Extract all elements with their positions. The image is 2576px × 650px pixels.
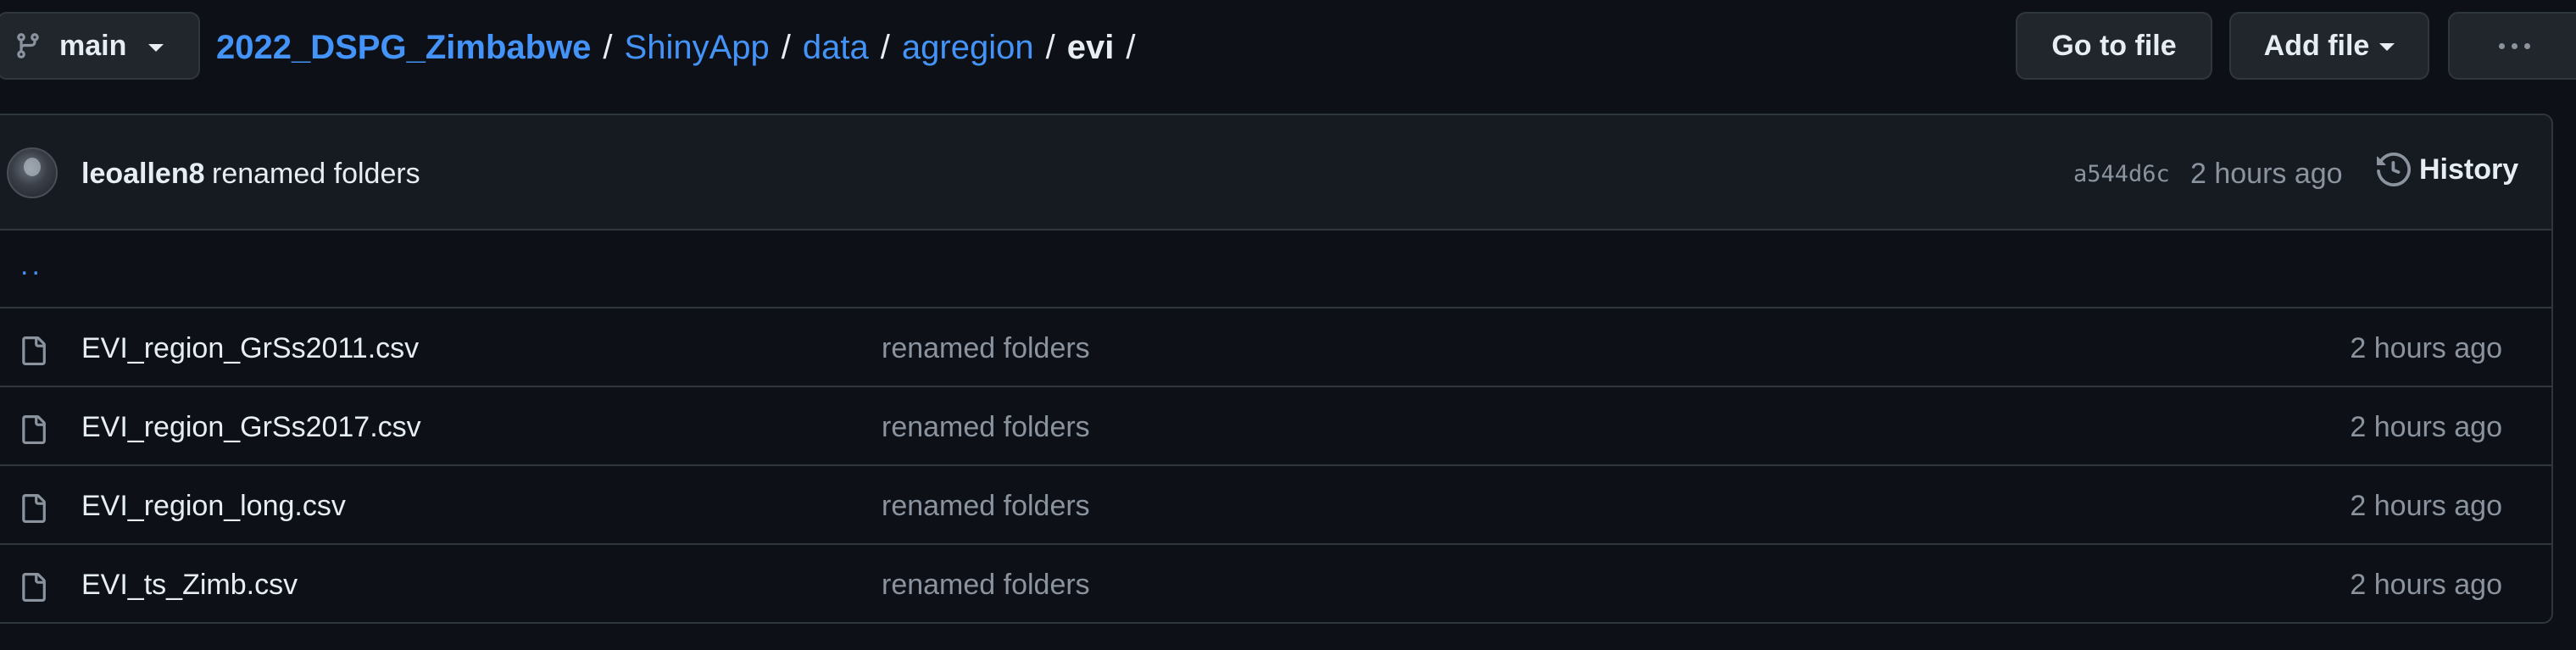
file-commit-time: 2 hours ago [2350, 332, 2502, 364]
parent-directory-row: .. [0, 231, 2551, 308]
breadcrumb-separator: / [781, 28, 791, 66]
add-file-label: Add file [2263, 29, 2370, 62]
breadcrumb: 2022_DSPG_Zimbabwe / ShinyApp / data / a… [216, 24, 1147, 71]
breadcrumb-link-data[interactable]: data [803, 29, 869, 67]
file-commit-time: 2 hours ago [2350, 569, 2502, 601]
latest-commit-bar: leoallen8 renamed folders a544d6c 2 hour… [0, 115, 2551, 231]
file-commit-link[interactable]: renamed folders [882, 411, 1090, 444]
chevron-down-icon [148, 43, 164, 52]
breadcrumb-repo-link[interactable]: 2022_DSPG_Zimbabwe [216, 29, 591, 67]
breadcrumb-link-agregion[interactable]: agregion [902, 29, 1034, 67]
git-branch-icon [17, 33, 39, 58]
file-list-box: leoallen8 renamed folders a544d6c 2 hour… [0, 114, 2553, 624]
file-name-link[interactable]: EVI_region_GrSs2011.csv [81, 332, 419, 365]
breadcrumb-separator: / [603, 28, 613, 66]
breadcrumb-current-folder: evi [1066, 28, 1115, 66]
table-row: EVI_ts_Zimb.csv renamed folders 2 hours … [0, 545, 2551, 622]
history-clock-icon [2377, 153, 2411, 186]
commit-time: 2 hours ago [2190, 158, 2343, 190]
file-name-link[interactable]: EVI_ts_Zimb.csv [81, 569, 298, 602]
history-link[interactable]: History [2377, 153, 2518, 186]
commit-sha-link[interactable]: a544d6c [2073, 161, 2170, 187]
kebab-horizontal-icon [2498, 42, 2530, 49]
file-commit-time: 2 hours ago [2350, 490, 2502, 522]
file-icon [22, 415, 46, 444]
parent-directory-link[interactable]: .. [20, 249, 43, 282]
breadcrumb-separator: / [1126, 28, 1136, 66]
file-commit-link[interactable]: renamed folders [882, 332, 1090, 365]
file-icon [22, 573, 46, 602]
chevron-down-icon [2379, 42, 2395, 51]
branch-selector-button[interactable]: main [0, 12, 200, 80]
table-row: EVI_region_long.csv renamed folders 2 ho… [0, 466, 2551, 545]
file-name-link[interactable]: EVI_region_GrSs2017.csv [81, 411, 421, 444]
file-commit-link[interactable]: renamed folders [882, 490, 1090, 523]
breadcrumb-link-shinyapp[interactable]: ShinyApp [625, 29, 770, 67]
file-icon [22, 336, 46, 365]
file-icon [22, 494, 46, 523]
table-row: EVI_region_GrSs2011.csv renamed folders … [0, 308, 2551, 387]
history-label: History [2419, 153, 2519, 186]
avatar[interactable] [7, 147, 58, 198]
file-commit-link[interactable]: renamed folders [882, 569, 1090, 602]
go-to-file-button[interactable]: Go to file [2016, 12, 2212, 80]
breadcrumb-separator: / [1045, 28, 1055, 66]
commit-message-link[interactable]: renamed folders [212, 158, 420, 191]
file-commit-time: 2 hours ago [2350, 411, 2502, 443]
file-navigation-bar: main 2022_DSPG_Zimbabwe / ShinyApp / dat… [0, 0, 2576, 95]
more-options-button[interactable] [2448, 12, 2576, 80]
table-row: EVI_region_GrSs2017.csv renamed folders … [0, 387, 2551, 466]
commit-author-link[interactable]: leoallen8 [81, 158, 205, 191]
branch-name: main [59, 29, 127, 62]
file-name-link[interactable]: EVI_region_long.csv [81, 490, 346, 523]
add-file-button[interactable]: Add file [2229, 12, 2429, 80]
breadcrumb-separator: / [880, 28, 890, 66]
